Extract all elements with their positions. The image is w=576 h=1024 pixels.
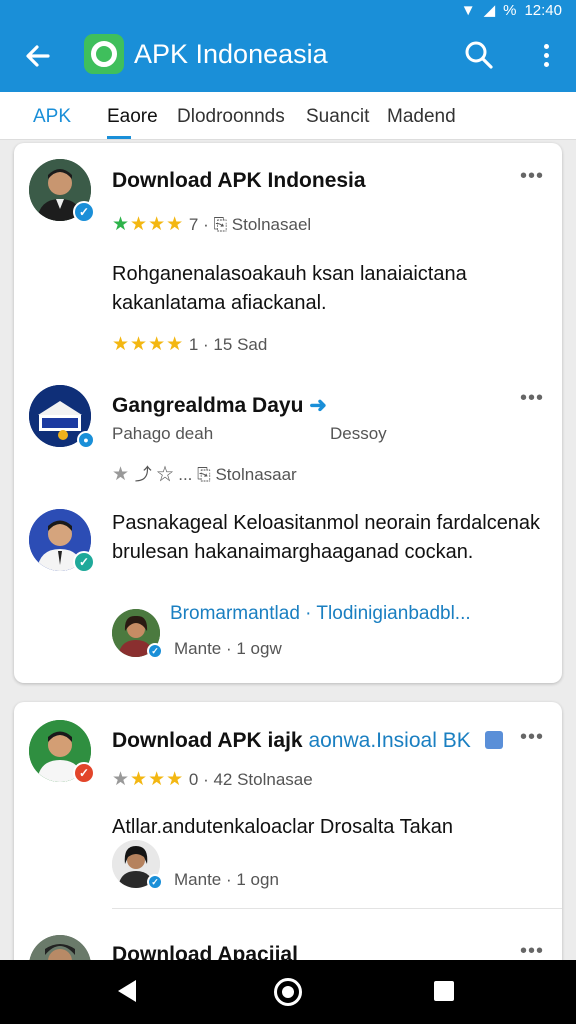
search-icon[interactable]	[462, 38, 496, 72]
post-title[interactable]: Gangrealdma Dayu ➜	[112, 393, 327, 418]
divider	[112, 908, 562, 909]
system-nav-bar	[0, 960, 576, 1024]
wifi-icon: ▼	[460, 1, 476, 19]
tab-suancit[interactable]: Suancit	[306, 106, 369, 128]
status-bar: ▼ ◢ % 12:40	[0, 0, 576, 20]
signal-icon: ◢	[483, 2, 496, 19]
post-body: Pasnakageal Keloasitanmol neorain fardal…	[112, 512, 541, 563]
post-title[interactable]: Download APK iajk aonwa.Insioal BK	[112, 729, 503, 753]
post-body: Rohganenalasoakauh ksan lanaiaictana kak…	[112, 263, 467, 314]
nav-home-icon[interactable]	[274, 978, 302, 1006]
more-options-icon[interactable]: •••	[520, 387, 544, 410]
verified-badge-icon: ✓	[73, 762, 95, 784]
nav-back-icon[interactable]	[118, 980, 136, 1002]
post-subtitle-right: Dessoy	[330, 424, 387, 443]
post-subtitle: Pahago deah	[112, 424, 214, 443]
post-title-text: Gangrealdma Dayu	[112, 394, 304, 417]
reply-meta: Mante · 1 ogw	[174, 639, 282, 658]
tab-downloads[interactable]: Dlodroonnds	[177, 106, 285, 128]
avatar[interactable]: ✓	[29, 509, 95, 573]
verified-badge-icon: ✓	[73, 201, 95, 223]
bookmark-icon[interactable]	[484, 731, 503, 749]
reply-link[interactable]: Bromarmantlad · Tlodinigianbadbl...	[170, 603, 471, 625]
star-rating: ★★★★	[112, 769, 185, 790]
verified-badge-icon: ✓	[73, 551, 95, 573]
arrow-icon: ➜	[309, 394, 327, 417]
tab-indicator	[107, 136, 131, 139]
post-body: Atllar.andutenkaloaclar Drosalta Takan	[112, 816, 453, 838]
post-title[interactable]: Download APK Indonesia	[112, 169, 366, 193]
post-card: ✓ Download APK iajk aonwa.Insioal BK •••…	[14, 702, 562, 997]
star-rating: ★★★★	[112, 334, 185, 355]
tab-madend[interactable]: Madend	[387, 106, 456, 128]
sub-meta-text: 1 · 15 Sad	[188, 335, 268, 354]
app-logo	[84, 34, 124, 74]
post-sub-meta: ★★★★ 1 · 15 Sad	[112, 333, 267, 356]
tab-eaore[interactable]: Eaore	[107, 106, 158, 128]
app-title: APK Indoneasia	[134, 39, 328, 69]
back-arrow-icon[interactable]	[20, 38, 56, 74]
rating-meta: 0 · 42 Stolnasae	[188, 770, 313, 789]
reply-avatar[interactable]: ✓	[112, 609, 163, 659]
app-bar: APK Indoneasia	[0, 20, 576, 92]
nav-recent-icon[interactable]	[434, 981, 454, 1001]
verified-badge-icon: ✓	[147, 874, 163, 890]
status-icons: ▼ ◢ % 12:40	[460, 1, 562, 20]
actions-text[interactable]: ⤴ ☆ ... ⎘ Stolnasaar	[135, 465, 297, 484]
star-icon[interactable]: ★	[112, 464, 130, 485]
rating-meta: 7 · ⎘ Stolnasael	[188, 215, 312, 234]
more-vert-icon[interactable]	[536, 38, 556, 72]
avatar[interactable]: ●	[29, 385, 95, 449]
avatar[interactable]: ✓	[29, 159, 95, 223]
battery-icon: %	[503, 1, 517, 19]
reply-avatar[interactable]: ✓	[112, 840, 163, 890]
reply-meta: Mante · 1 ogn	[174, 870, 279, 889]
post-title-text: Download APK iajk	[112, 729, 303, 752]
post-card: ✓ Download APK Indonesia ••• ★★★★ 7 · ⎘ …	[14, 143, 562, 683]
star-rating: ★★★★	[112, 214, 185, 235]
verified-badge-icon: ●	[77, 431, 95, 449]
more-options-icon[interactable]: •••	[520, 165, 544, 188]
post-rating: ★★★★ 0 · 42 Stolnasae	[112, 768, 313, 791]
post-actions: ★ ⤴ ☆ ... ⎘ Stolnasaar	[112, 460, 297, 486]
clock: 12:40	[524, 1, 562, 19]
more-options-icon[interactable]: •••	[520, 726, 544, 749]
tab-bar: APK Eaore Dlodroonnds Suancit Madend	[0, 92, 576, 140]
title-link[interactable]: aonwa.Insioal BK	[308, 729, 470, 752]
tab-apk[interactable]: APK	[33, 106, 71, 128]
avatar[interactable]: ✓	[29, 720, 95, 784]
post-rating: ★★★★ 7 · ⎘ Stolnasael	[112, 213, 311, 236]
verified-badge-icon: ✓	[147, 643, 163, 659]
